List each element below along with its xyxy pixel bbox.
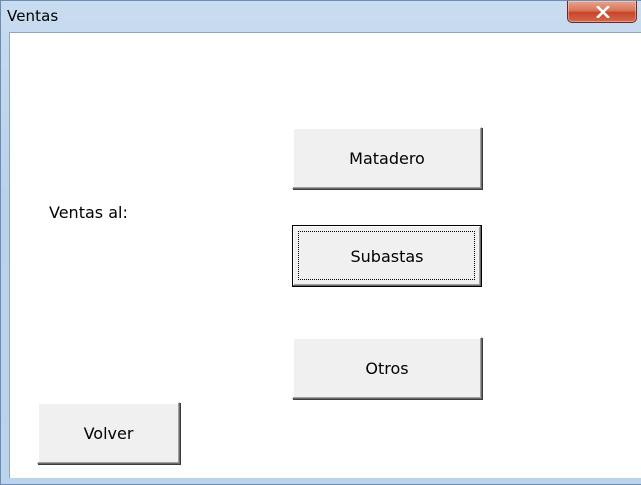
close-icon — [596, 6, 610, 18]
titlebar[interactable]: Ventas — [1, 1, 641, 31]
window-title: Ventas — [7, 7, 59, 25]
matadero-button[interactable]: Matadero — [292, 127, 482, 189]
matadero-button-label: Matadero — [349, 148, 425, 168]
otros-button[interactable]: Otros — [292, 337, 482, 399]
dialog-window: Ventas Ventas al: Matadero Subastas Otro… — [0, 0, 641, 485]
otros-button-label: Otros — [365, 358, 409, 378]
close-button[interactable] — [567, 1, 637, 23]
subastas-button-label: Subastas — [350, 246, 424, 266]
client-area: Ventas al: Matadero Subastas Otros Volve… — [9, 32, 641, 478]
ventas-label: Ventas al: — [49, 203, 128, 222]
volver-button[interactable]: Volver — [37, 402, 180, 464]
subastas-button[interactable]: Subastas — [292, 225, 482, 287]
volver-button-label: Volver — [83, 423, 134, 443]
